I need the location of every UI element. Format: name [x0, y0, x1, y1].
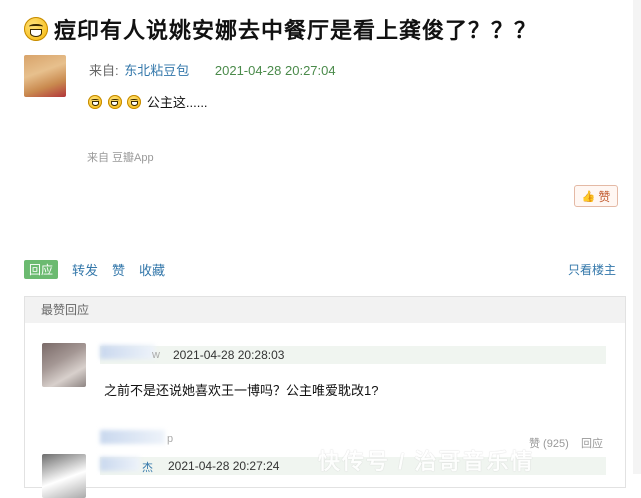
post-time: 2021-04-28 20:27:04	[214, 63, 336, 78]
commenter-name-suffix: p	[167, 433, 174, 445]
commenter-name-blurred[interactable]	[100, 430, 165, 444]
author-avatar[interactable]	[24, 55, 66, 97]
page-right-edge	[633, 0, 641, 474]
comment-text: 之前不是还说她喜欢王一博吗？公主唯爱耽改1?	[104, 383, 379, 398]
grin-sweat-emoji-icon	[127, 95, 142, 109]
grin-sweat-emoji-icon	[107, 95, 122, 109]
collect-link[interactable]: 收藏	[139, 260, 165, 279]
commenter-avatar[interactable]	[42, 454, 86, 498]
comment-reply-link[interactable]: 回应	[581, 435, 603, 451]
post-meta: 来自: 东北粘豆包 2021-04-28 20:27:04	[89, 60, 336, 79]
post-body: 公主这......	[88, 92, 208, 111]
like-link[interactable]: 赞	[112, 260, 125, 279]
like-button-label: 赞	[598, 189, 611, 204]
author-link[interactable]: 东北粘豆包	[124, 63, 189, 78]
thumb-up-icon: 👍	[581, 190, 596, 203]
commenter-name-blurred[interactable]	[100, 457, 140, 471]
post-title: 痘印有人说姚安娜去中餐厅是看上龚俊了？？？	[24, 12, 537, 46]
grin-sweat-emoji-icon	[88, 95, 102, 109]
post-title-text: 痘印有人说姚安娜去中餐厅是看上龚俊了？？？	[54, 18, 538, 43]
watermark-text: 快传号 / 治哥音乐情	[318, 449, 535, 474]
commenter-name-suffix: w	[152, 349, 160, 361]
grin-sweat-emoji-icon	[24, 17, 48, 41]
comment-like-count[interactable]: 赞 (925)	[529, 435, 569, 451]
commenter-name-blurred[interactable]	[100, 345, 155, 359]
comment-time: 2021-04-28 20:27:24	[168, 459, 280, 473]
from-label: 来自:	[89, 63, 119, 78]
forward-link[interactable]: 转发	[72, 260, 98, 279]
like-button[interactable]: 👍 赞	[574, 185, 618, 207]
comment-time: 2021-04-28 20:28:03	[173, 348, 285, 362]
only-op-link[interactable]: 只看楼主	[568, 261, 616, 278]
reply-button[interactable]: 回应	[24, 260, 59, 279]
commenter-avatar[interactable]	[42, 343, 86, 387]
commenter-name-suffix: 杰	[142, 462, 153, 474]
post-actions: 回应 转发 赞 收藏	[24, 260, 179, 279]
post-source: 来自 豆瓣App	[87, 152, 154, 164]
hot-comments-heading: 最赞回应	[25, 297, 625, 323]
post-body-text: 公主这......	[146, 95, 208, 110]
